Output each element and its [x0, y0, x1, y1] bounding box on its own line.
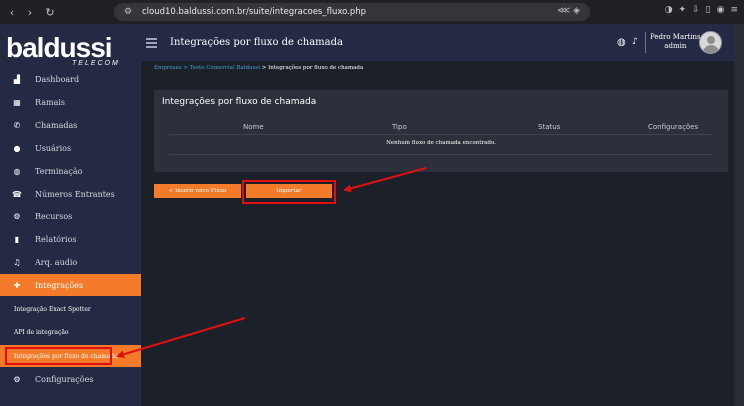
annotation-arrows [116, 167, 427, 359]
arrow-to-sidebar [116, 317, 246, 359]
arrow-to-import [343, 167, 427, 193]
